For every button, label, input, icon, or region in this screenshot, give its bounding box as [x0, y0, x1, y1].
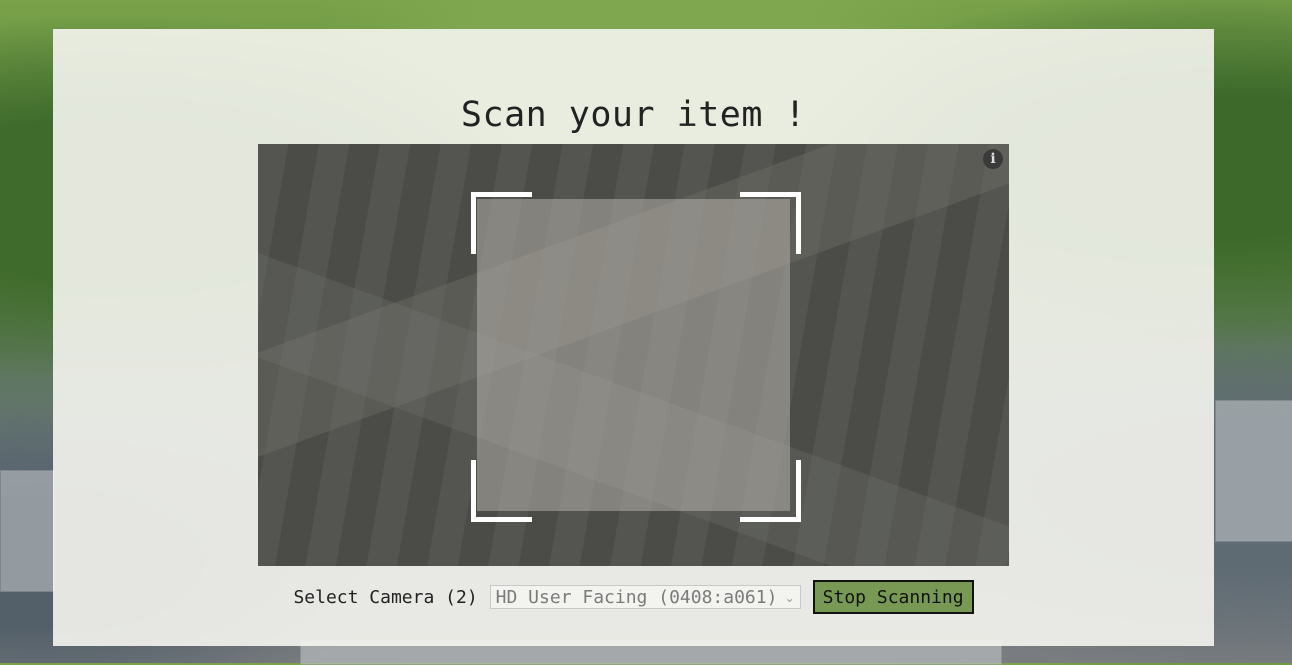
scanner-controls: Select Camera (2) HD User Facing (0408:a…	[53, 580, 1214, 614]
page-title: Scan your item !	[460, 95, 807, 135]
camera-select[interactable]: HD User Facing (0408:a061) ⌄	[489, 585, 801, 609]
scan-corner-top-left	[471, 192, 532, 254]
info-icon[interactable]: i	[983, 149, 1003, 169]
chevron-down-icon: ⌄	[784, 591, 795, 605]
stop-scanning-button[interactable]: Stop Scanning	[812, 580, 974, 614]
scanner-card: Scan your item ! i Select Camera (2) HD …	[53, 29, 1214, 646]
camera-select-value: HD User Facing (0408:a061)	[495, 587, 778, 608]
camera-select-label: Select Camera (2)	[293, 586, 478, 608]
camera-viewport: i	[258, 144, 1009, 566]
scan-corner-bottom-right	[740, 460, 801, 522]
scan-corner-bottom-left	[471, 460, 532, 522]
scan-corner-top-right	[740, 192, 801, 254]
